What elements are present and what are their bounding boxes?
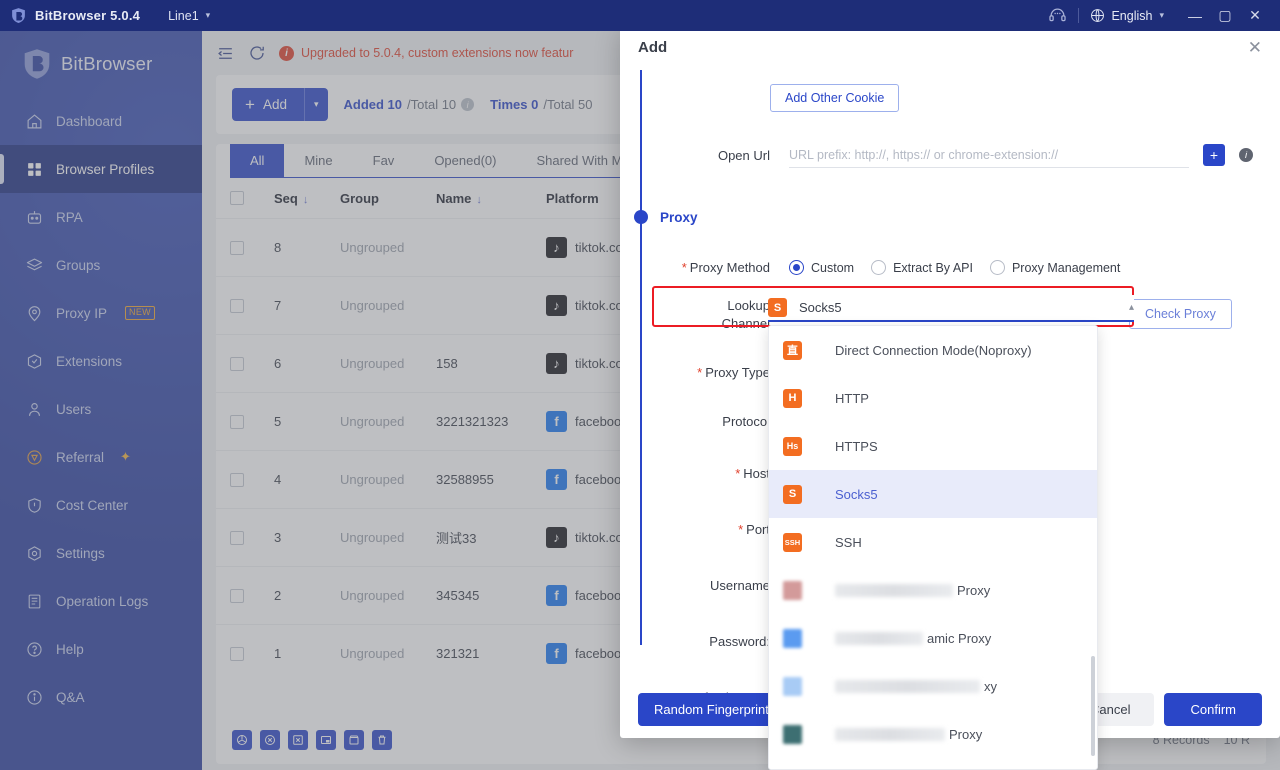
title-bar: BitBrowser 5.0.4 Line1 ▾ English ▾ — ▢ ✕ (0, 0, 1280, 31)
support-headset-icon[interactable] (1048, 6, 1067, 25)
globe-icon (1091, 9, 1105, 22)
proxy-method-label: * Proxy Method (640, 260, 770, 275)
lookup-channel-label-line1: Lookup (727, 298, 770, 313)
radio-custom-label[interactable]: Custom (811, 261, 854, 275)
check-proxy-button[interactable]: Check Proxy (1129, 299, 1232, 329)
language-label[interactable]: English (1111, 9, 1152, 23)
radio-custom[interactable] (789, 260, 804, 275)
option-badge-icon: SSH (783, 532, 802, 552)
option-badge-icon: Hs (783, 436, 802, 456)
add-other-cookie-button[interactable]: Add Other Cookie (770, 84, 900, 112)
app-title: BitBrowser 5.0.4 (35, 8, 141, 23)
titlebar-divider (1078, 8, 1080, 23)
proxy-type-label: * Proxy Type (640, 365, 770, 380)
open-url-row: Open Url + i (640, 142, 1260, 168)
proxy-type-option[interactable]: Proxy (769, 710, 1097, 758)
option-label-suffix: amic Proxy (927, 630, 992, 646)
open-url-info-icon[interactable]: i (1239, 148, 1253, 162)
option-badge-icon (783, 580, 802, 600)
option-badge-icon (783, 724, 802, 744)
option-label-suffix: Proxy (949, 726, 983, 742)
language-chevron-down-icon[interactable]: ▾ (1159, 10, 1164, 21)
close-icon[interactable]: ✕ (1248, 39, 1262, 56)
option-label: SSH (835, 534, 862, 550)
random-fingerprint-button[interactable]: Random Fingerprint (638, 692, 785, 726)
dropdown-scrollbar[interactable] (1091, 656, 1095, 756)
required-asterisk: * (697, 365, 703, 380)
line-selector-label[interactable]: Line1 (168, 9, 199, 23)
proxy-type-option[interactable]: xy (769, 662, 1097, 710)
bitbrowser-logo-icon (12, 8, 25, 23)
proxy-type-value: Socks5 (799, 300, 842, 315)
protocol-label: Protocol (722, 414, 770, 429)
modal-header: Add ✕ (620, 25, 1280, 70)
step-label-proxy: Proxy (660, 210, 698, 225)
proxy-type-option[interactable]: SSH SSH (769, 518, 1097, 566)
minimize-button[interactable]: — (1180, 8, 1210, 24)
option-label: Socks5 (835, 486, 878, 502)
proxy-type-select[interactable]: S Socks5 ▴ (768, 295, 1134, 322)
proxy-type-option[interactable]: 直 Direct Connection Mode(Noproxy) (769, 326, 1097, 374)
required-asterisk: * (735, 466, 741, 481)
add-url-button[interactable]: + (1203, 144, 1225, 166)
radio-extract-by-api-label[interactable]: Extract By API (893, 261, 973, 275)
required-asterisk: * (681, 260, 687, 275)
option-label: HTTPS (835, 438, 878, 454)
proxy-type-option[interactable]: amic Proxy (769, 614, 1097, 662)
open-url-input[interactable] (789, 142, 1189, 168)
redacted-bar (835, 583, 953, 597)
option-label-redacted: Proxy (835, 583, 990, 598)
redacted-bar (835, 727, 945, 741)
option-label-suffix: Proxy (957, 582, 991, 598)
port-label: * Port (640, 522, 770, 537)
proxy-type-label-text: Proxy Type (705, 365, 770, 380)
option-badge-icon (783, 628, 802, 648)
radio-proxy-management-label[interactable]: Proxy Management (1012, 261, 1120, 275)
chevron-up-icon: ▴ (1128, 302, 1134, 313)
option-label-suffix: xy (984, 678, 997, 694)
lookup-channel-label-line2: Channel (721, 316, 770, 331)
modal-title: Add (638, 39, 668, 56)
lookup-channel-label: Lookup Channel (640, 297, 770, 333)
proxy-type-option[interactable]: Hs HTTPS (769, 422, 1097, 470)
proxy-type-option[interactable]: Proxy (769, 566, 1097, 614)
option-label-redacted: xy (835, 679, 997, 694)
host-label-text: Host (743, 466, 770, 481)
redacted-bar (835, 679, 980, 693)
proxy-type-option[interactable]: S Socks5 (769, 470, 1097, 518)
confirm-button[interactable]: Confirm (1164, 692, 1262, 726)
option-badge-icon: S (783, 484, 802, 504)
window-controls: — ▢ ✕ (1180, 7, 1270, 24)
chevron-down-icon[interactable]: ▾ (206, 10, 211, 21)
host-label: * Host (640, 466, 770, 481)
step-dot-proxy (634, 210, 648, 224)
port-label-text: Port (746, 522, 770, 537)
radio-extract-by-api[interactable] (871, 260, 887, 275)
redacted-bar (835, 631, 923, 645)
required-asterisk: * (738, 522, 744, 537)
proxy-method-label-text: Proxy Method (689, 260, 770, 275)
close-window-button[interactable]: ✕ (1240, 7, 1270, 24)
proxy-type-option-list: 直 Direct Connection Mode(Noproxy) H HTTP Hs H… (769, 326, 1097, 758)
maximize-button[interactable]: ▢ (1210, 7, 1240, 24)
option-badge-icon: 直 (783, 340, 802, 360)
proxy-type-option[interactable]: H HTTP (769, 374, 1097, 422)
open-url-label: Open Url (717, 147, 770, 163)
option-label: Direct Connection Mode(Noproxy) (835, 342, 1032, 358)
option-label: HTTP (835, 390, 869, 406)
option-label-redacted: Proxy (835, 727, 982, 742)
option-badge-icon: H (783, 388, 802, 408)
username-label: Username (710, 578, 770, 593)
password-label: Password: (709, 634, 770, 649)
socks5-badge-icon: S (768, 298, 787, 317)
option-badge-icon (783, 676, 802, 696)
proxy-type-dropdown: 直 Direct Connection Mode(Noproxy) H HTTP Hs H… (768, 325, 1098, 770)
option-label-redacted: amic Proxy (835, 631, 991, 646)
proxy-method-row: * Proxy Method Custom Extract By API Prox… (640, 260, 1260, 275)
radio-proxy-management[interactable] (989, 260, 1005, 275)
